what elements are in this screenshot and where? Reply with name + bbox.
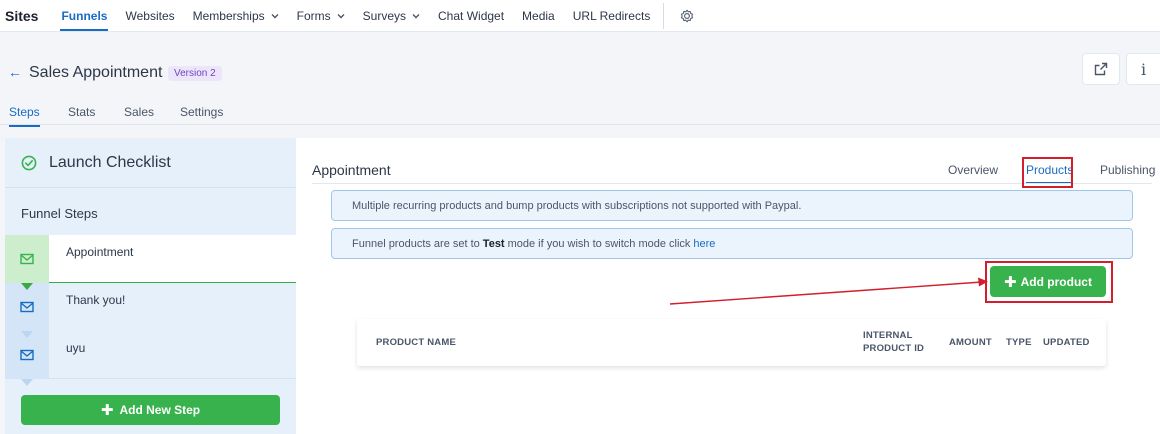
test-mode-label: Test xyxy=(482,237,505,250)
col-type: TYPE xyxy=(1006,337,1032,348)
nav-websites-label: Websites xyxy=(125,8,175,23)
gear-icon[interactable] xyxy=(676,5,698,27)
test-mode-notice: Funnel products are set to Test mode if … xyxy=(331,228,1133,259)
nav-surveys-label: Surveys xyxy=(362,8,407,23)
nav-chat-widget-label: Chat Widget xyxy=(438,8,505,23)
mail-icon xyxy=(20,301,34,313)
step-connector-icon xyxy=(21,331,33,338)
test-mode-notice-pre: Funnel products are set to xyxy=(352,237,480,250)
col-internal-id-line2: PRODUCT ID xyxy=(863,343,925,354)
nav-media[interactable]: Media xyxy=(513,0,564,32)
tab-publishing[interactable]: Publishing xyxy=(1100,163,1155,177)
tab-overview[interactable]: Overview xyxy=(948,163,998,177)
open-external-button[interactable] xyxy=(1082,53,1120,85)
col-internal-id-line1: INTERNAL xyxy=(863,330,913,341)
check-circle-icon xyxy=(21,155,37,170)
tab-sales[interactable]: Sales xyxy=(124,105,154,119)
paypal-notice: Multiple recurring products and bump pro… xyxy=(331,190,1133,221)
mail-icon xyxy=(20,349,34,361)
funnel-step-appointment[interactable]: Appointment xyxy=(5,235,296,290)
info-icon: i xyxy=(1140,59,1147,79)
chevron-down-icon xyxy=(337,13,345,18)
nav-websites[interactable]: Websites xyxy=(116,0,183,32)
funnel-steps-heading: Funnel Steps xyxy=(21,206,98,221)
tab-steps[interactable]: Steps xyxy=(9,105,40,127)
nav-url-redirects[interactable]: URL Redirects xyxy=(564,0,660,32)
nav-forms[interactable]: Forms xyxy=(288,0,354,32)
nav-url-redirects-label: URL Redirects xyxy=(572,8,651,23)
add-product-highlight xyxy=(985,261,1113,303)
col-updated: UPDATED xyxy=(1043,337,1090,348)
funnel-step-uyu[interactable]: uyu xyxy=(5,331,296,386)
col-amount: AMOUNT xyxy=(949,337,992,348)
info-button[interactable]: i xyxy=(1126,53,1160,85)
switch-mode-link[interactable]: here xyxy=(693,238,715,250)
external-link-icon xyxy=(1094,62,1108,76)
brand-title: Sites xyxy=(5,7,39,24)
nav-media-label: Media xyxy=(522,8,555,23)
funnel-sidebar: Launch Checklist Funnel Steps Appointmen… xyxy=(5,138,296,434)
step-title: Appointment xyxy=(312,162,391,178)
funnel-step-thank-you[interactable]: Thank you! xyxy=(5,283,296,338)
step-connector-icon xyxy=(21,283,33,290)
step-connector-icon xyxy=(21,379,33,386)
mail-icon xyxy=(20,253,34,265)
page-title: Sales Appointment xyxy=(29,64,163,81)
nav-memberships-label: Memberships xyxy=(192,8,265,23)
step-label: Appointment xyxy=(66,245,134,259)
step-label: Thank you! xyxy=(66,293,126,307)
tab-settings[interactable]: Settings xyxy=(180,105,223,119)
nav-surveys[interactable]: Surveys xyxy=(354,0,429,32)
nav-funnels-label: Funnels xyxy=(61,8,108,23)
test-mode-notice-post: mode if you wish to switch mode click xyxy=(507,237,691,250)
add-new-step-label: Add New Step xyxy=(119,403,201,417)
paypal-notice-text: Multiple recurring products and bump pro… xyxy=(352,199,802,212)
products-tab-highlight xyxy=(1022,157,1073,188)
launch-checklist[interactable]: Launch Checklist xyxy=(5,138,296,188)
back-arrow-icon[interactable]: ← xyxy=(8,64,22,80)
products-table: PRODUCT NAME INTERNAL PRODUCT ID AMOUNT … xyxy=(357,319,1106,366)
plus-icon: ✚ xyxy=(100,402,114,419)
nav-memberships[interactable]: Memberships xyxy=(184,0,288,32)
tab-stats[interactable]: Stats xyxy=(68,105,95,119)
nav-divider xyxy=(663,2,665,29)
version-badge: Version 2 xyxy=(168,66,222,81)
step-detail-panel: Appointment Overview Products Publishing… xyxy=(296,138,1160,434)
funnel-subtabs: Steps Stats Sales Settings xyxy=(0,97,1160,127)
chevron-down-icon xyxy=(412,13,420,18)
nav-chat-widget[interactable]: Chat Widget xyxy=(429,0,513,32)
col-product-name: PRODUCT NAME xyxy=(376,337,456,348)
step-label: uyu xyxy=(66,341,86,355)
top-nav: Sites Funnels Websites Memberships Forms… xyxy=(0,0,1160,32)
launch-checklist-label: Launch Checklist xyxy=(49,153,171,171)
nav-funnels[interactable]: Funnels xyxy=(52,0,116,32)
add-new-step-button[interactable]: ✚ Add New Step xyxy=(21,395,280,425)
nav-forms-label: Forms xyxy=(296,8,331,23)
chevron-down-icon xyxy=(271,13,279,18)
